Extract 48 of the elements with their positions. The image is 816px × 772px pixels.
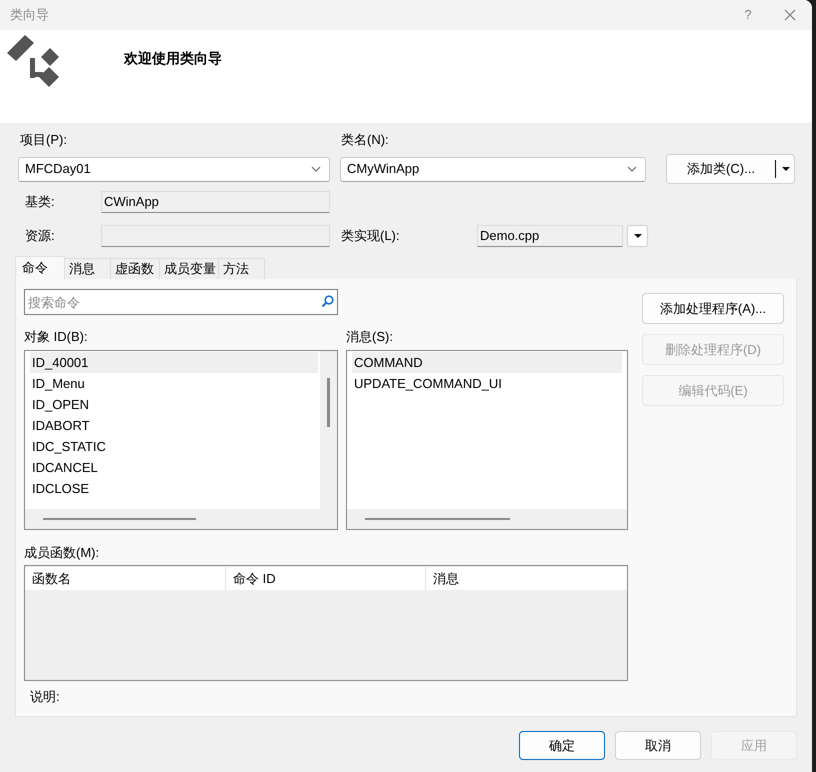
chevron-icon [627,166,637,172]
field-label: 资源: [24,227,56,246]
tab[interactable]: 方法 [219,258,265,279]
field-label: 类名(N): [341,131,389,150]
search-field[interactable]: 搜索命令 [24,289,338,315]
action-button[interactable]: 添加处理程序(A)... [642,293,784,324]
add-class-split-button[interactable]: 添加类(C)... [666,154,795,184]
tab[interactable]: 命令 [15,256,65,279]
close-icon[interactable] [784,9,796,21]
list-item[interactable]: IDCANCEL [30,457,318,478]
list-item[interactable]: ID_OPEN [30,394,318,415]
scrollbar-thumb[interactable] [43,518,196,520]
tab[interactable]: 虚函数 [111,258,160,279]
list-item[interactable]: IDC_STATIC [30,436,318,457]
class-name-dropdown[interactable]: CMyWinApp [340,156,646,182]
window-title: 类向导 [10,6,49,24]
search-icon [321,295,334,308]
field-label: 基类: [24,193,56,212]
list-label: 消息(S): [346,328,393,346]
list-item[interactable]: ID_Menu [30,373,318,394]
column-header[interactable]: 消息 [425,567,625,590]
base-class-field: CWinApp [101,191,330,213]
list-item[interactable]: UPDATE_COMMAND_UI [352,373,622,394]
tab[interactable]: 消息 [65,258,111,279]
project-dropdown[interactable]: MFCDay01 [18,156,330,182]
list-item[interactable]: IDCLOSE [30,478,318,499]
column-header[interactable]: 命令 ID [225,567,425,590]
dropdown-button[interactable] [627,225,648,247]
scrollbar-thumb[interactable] [365,518,510,520]
class-wizard-icon [7,35,59,87]
dialog-button[interactable]: 取消 [615,731,701,760]
list-label: 对象 ID(B): [24,328,89,346]
caret-icon [634,234,642,238]
list-item[interactable]: IDABORT [30,415,318,436]
tab[interactable]: 成员变量 [160,258,219,279]
field-label: 项目(P): [20,131,68,150]
column-header[interactable]: 函数名 [25,567,225,590]
list-item[interactable]: ID_40001 [30,352,318,373]
dialog-button[interactable]: 确定 [519,731,605,760]
scrollbar-thumb[interactable] [327,378,330,427]
list-item[interactable]: COMMAND [352,352,622,373]
table-label: 成员函数(M): [24,544,100,561]
chevron-icon [311,166,321,172]
caret-icon [782,167,790,171]
description-label: 说明: [30,688,61,705]
class-implementation-field: Demo.cpp [477,225,623,247]
field-label: 类实现(L): [341,227,400,246]
wizard-heading: 欢迎使用类向导 [124,49,222,68]
